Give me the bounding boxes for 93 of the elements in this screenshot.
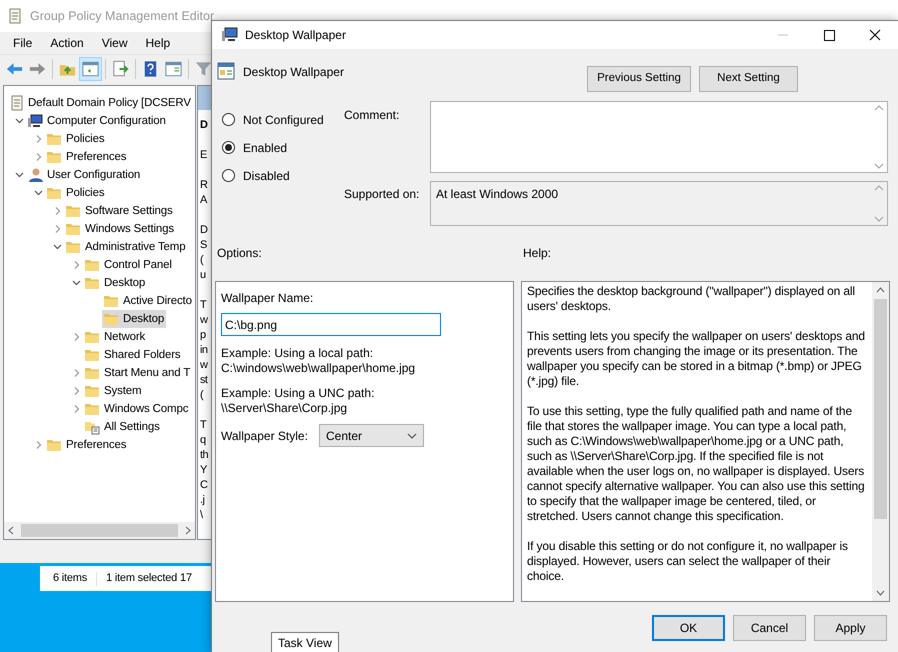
tooltip: Task View	[271, 632, 339, 652]
folder-icon	[84, 365, 100, 381]
dialog-button[interactable]: Apply	[814, 615, 887, 641]
computer-icon	[27, 113, 43, 129]
menu-item[interactable]: File	[4, 32, 42, 54]
section-label: Options:	[217, 245, 263, 262]
help-paragraph: If you disable this setting or do not configure it, no wallpaper is displayed. However, users can select the wallpaper of their choice.	[527, 539, 849, 584]
folder-icon	[65, 221, 81, 237]
folder-icon	[84, 275, 100, 291]
radio-icon[interactable]	[222, 169, 235, 182]
tree-item[interactable]: Start Menu and T	[83, 364, 192, 382]
status-text: 6 items	[53, 571, 88, 586]
field-label: Comment:	[344, 107, 400, 124]
help-paragraph: Specifies the desktop background ("wallpaper") displayed on all users' desktops.	[527, 284, 856, 314]
folder-icon	[46, 131, 62, 147]
example-text: Example: Using a UNC path: \\Server\Share\Corp.jpg	[221, 386, 376, 416]
menu-item[interactable]: Help	[136, 32, 180, 54]
comment-field[interactable]	[430, 101, 888, 173]
folder-icon	[84, 257, 100, 273]
settings-list-icon	[84, 419, 100, 435]
folder-icon	[46, 149, 62, 165]
tree-item[interactable]: Network	[83, 328, 148, 346]
section-label: Help:	[523, 245, 552, 262]
tree-item[interactable]: All Settings	[83, 418, 162, 436]
tree-item[interactable]: Control Panel	[83, 256, 174, 274]
help-paragraph: To use this setting, type the fully qualified path and name of the file that stores the wallpaper image. You can type a local path, such as C:\Windows\web\wallpaper\home.jpg or a UNC path, such as \\Server\Share\Corp.jpg. If the specified file is not available when the user logs on, no wallpaper is displayed. Users cannot specify alternative wallpaper. You can also use this setting to specify that the wallpaper image be centered, tiled, or stretched. Users cannot change this specification.	[527, 404, 866, 524]
text-fragment: R A	[200, 178, 208, 208]
dialog-button[interactable]: Cancel	[733, 615, 806, 641]
tree-item[interactable]: Windows Settings	[64, 220, 176, 238]
document-icon	[8, 8, 22, 24]
window-title: Desktop Wallpaper	[245, 27, 347, 44]
next-setting-button[interactable]: Next Setting	[699, 66, 798, 92]
tree-item[interactable]: Desktop	[83, 274, 148, 292]
tree-item[interactable]: Policies	[45, 184, 106, 202]
tree-item[interactable]: Policies	[45, 130, 106, 148]
radio-checked-icon[interactable]	[222, 141, 235, 154]
chevron-down-icon	[407, 432, 417, 438]
tree-item[interactable]: Default Domain Policy [DCSERV	[8, 94, 193, 112]
radio-icon[interactable]	[222, 113, 235, 126]
example-text: Example: Using a local path: C:\windows\web\wallpaper\home.jpg	[221, 346, 416, 376]
horizontal-scrollbar[interactable]	[4, 522, 195, 539]
help-paragraph: This setting lets you specify the wallpaper on users' desktops and prevents users from changing the image or its presentation. The wallpaper you specify can be stored in a bitmap (*.bmp) or JPEG (*.jpg) file.	[527, 329, 866, 389]
folder-icon	[84, 329, 100, 345]
computer-icon	[221, 27, 239, 43]
text-fragment: D	[200, 118, 208, 133]
tree-item[interactable]: System	[83, 382, 144, 400]
radio-option[interactable]: Not Configured	[222, 111, 344, 128]
field-label: Wallpaper Name:	[221, 290, 314, 307]
folder-icon	[46, 185, 62, 201]
window-title: Group Policy Management Editor	[30, 8, 214, 25]
scrollbar-thumb[interactable]	[874, 299, 887, 519]
menu-item[interactable]: Action	[41, 32, 93, 54]
wallpaper-name-field[interactable]: C:\bg.png	[221, 313, 441, 336]
folder-icon	[65, 239, 81, 255]
radio-option[interactable]: Enabled	[222, 139, 344, 156]
field-label: Supported on:	[344, 186, 420, 203]
vertical-scrollbar[interactable]	[872, 282, 889, 601]
tree-item[interactable]: Software Settings	[64, 202, 175, 220]
window-icon	[217, 62, 235, 80]
user-icon	[27, 167, 43, 183]
dialog-button[interactable]: OK	[652, 615, 725, 641]
tree-item[interactable]: Preferences	[45, 436, 128, 454]
folder-icon	[84, 383, 100, 399]
tree-item[interactable]: Windows Compc	[83, 400, 190, 418]
tree-item[interactable]: Active Directo	[102, 292, 194, 310]
folder-icon	[46, 437, 62, 453]
folder-icon	[103, 293, 119, 309]
setting-name: Desktop Wallpaper	[243, 64, 344, 81]
document-icon	[9, 95, 25, 111]
tree-item[interactable]: Shared Folders	[83, 346, 183, 364]
text-fragment: D S ( u	[200, 223, 208, 283]
tree-item[interactable]: Desktop	[102, 310, 166, 328]
status-text: 1 item selected	[106, 571, 178, 586]
menu-item[interactable]: View	[92, 32, 136, 54]
text-fragment: T q th Y C .j \	[200, 418, 208, 523]
tree-item[interactable]: User Configuration	[26, 166, 142, 184]
pane-icon[interactable]	[80, 58, 101, 80]
folder-icon	[84, 401, 100, 417]
tree-item[interactable]: Preferences	[45, 148, 128, 166]
folder-icon	[84, 347, 100, 363]
status-text: 17	[180, 571, 192, 586]
radio-option[interactable]: Disabled	[222, 167, 344, 184]
scrollbar-thumb[interactable]	[21, 524, 178, 537]
tree-item[interactable]: Computer Configuration	[26, 112, 168, 130]
text-fragment: E	[200, 148, 207, 163]
previous-setting-button[interactable]: Previous Setting	[587, 66, 691, 92]
folder-icon	[103, 311, 119, 327]
folder-icon	[65, 203, 81, 219]
text-fragment: T w p in w st (	[200, 298, 208, 403]
tree-item[interactable]: Administrative Temp	[64, 238, 188, 256]
wallpaper-style-dropdown[interactable]: Center	[319, 424, 424, 447]
field-label: Wallpaper Style:	[221, 428, 309, 444]
field-value: At least Windows 2000	[436, 186, 558, 203]
